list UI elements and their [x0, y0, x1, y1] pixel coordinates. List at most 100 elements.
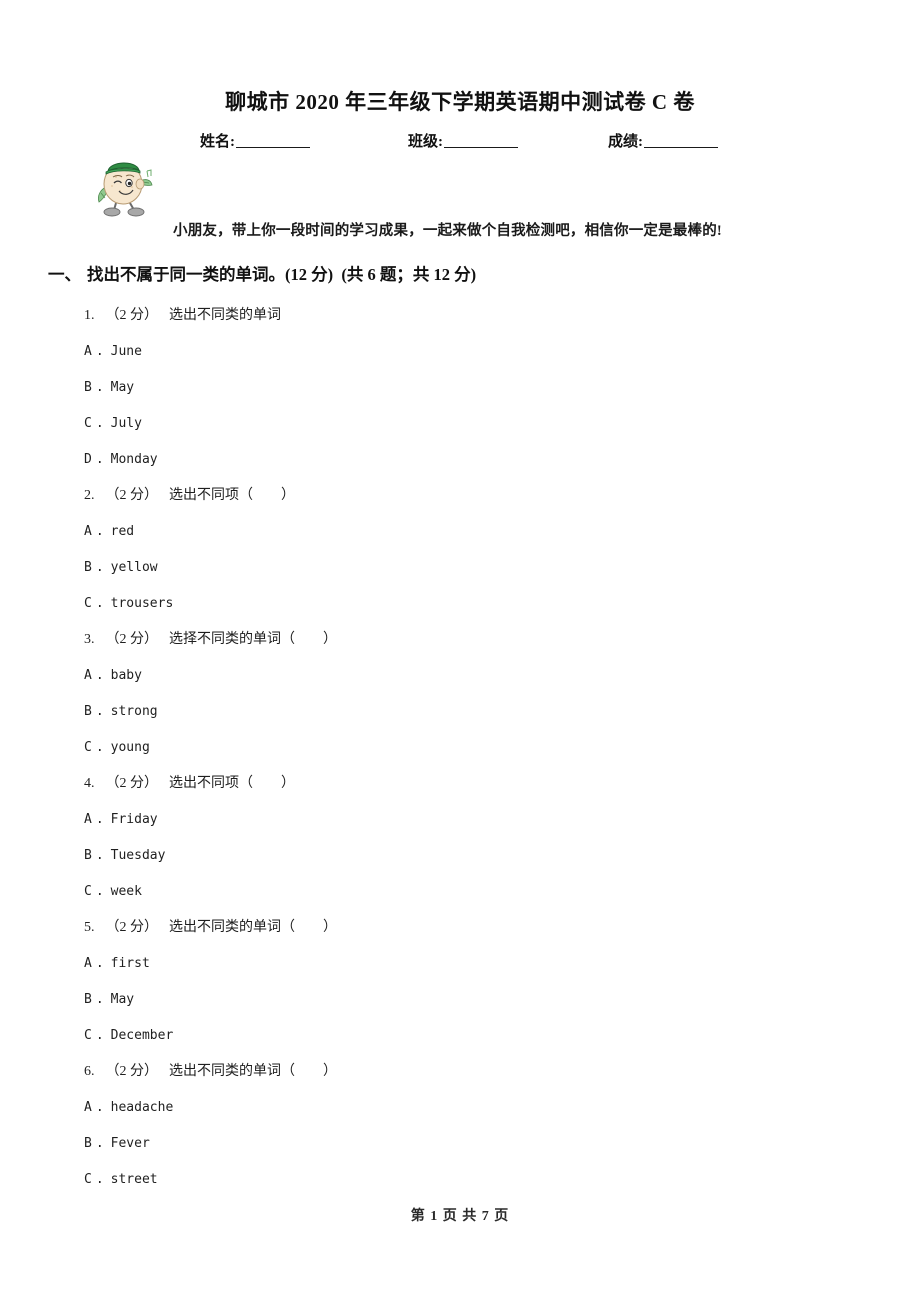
answer-option[interactable]: A. headache [0, 1090, 920, 1126]
option-separator: . [95, 380, 104, 395]
page-title: 聊城市 2020 年三年级下学期英语期中测试卷 C 卷 [225, 90, 695, 114]
option-letter: B [84, 1136, 92, 1151]
section-meta: (共 6 题；共 12 分) [341, 265, 477, 284]
question-points: （2 分） [105, 920, 159, 935]
answer-option[interactable]: B. Tuesday [0, 838, 920, 874]
option-separator: . [95, 1172, 104, 1187]
option-separator: . [95, 992, 104, 1007]
option-text: first [110, 956, 150, 971]
answer-option[interactable]: A. Friday [0, 802, 920, 838]
question-points: （2 分） [105, 488, 159, 503]
option-separator: . [95, 812, 104, 827]
question-stem: 1. （2 分） 选出不同类的单词 [0, 298, 920, 334]
option-letter: C [84, 1172, 92, 1187]
question-block: 4. （2 分） 选出不同项（ ） A. Friday B. Tuesday C. week [0, 766, 920, 910]
score-field[interactable]: 成绩: [608, 130, 718, 151]
answer-option[interactable]: A. red [0, 514, 920, 550]
question-block: 3. （2 分） 选择不同类的单词（ ） A. baby B. strong C. young [0, 622, 920, 766]
option-text: headache [110, 1100, 174, 1115]
option-separator: . [95, 452, 104, 467]
score-blank[interactable] [644, 147, 718, 148]
identity-row: 姓名: 班级: 成绩: [200, 130, 760, 152]
option-separator: . [95, 416, 104, 431]
option-separator: . [95, 560, 104, 575]
question-number: 4. [84, 776, 95, 791]
answer-option[interactable]: C. July [0, 406, 920, 442]
answer-option[interactable]: C. trousers [0, 586, 920, 622]
option-text: May [110, 380, 135, 395]
option-separator: . [95, 956, 104, 971]
option-letter: C [84, 740, 92, 755]
answer-option[interactable]: A. first [0, 946, 920, 982]
answer-option[interactable]: B. Fever [0, 1126, 920, 1162]
option-text: Monday [110, 452, 158, 467]
section-title: 找出不属于同一类的单词。(12 分) [87, 265, 334, 284]
option-text: street [110, 1172, 158, 1187]
page-footer: 第 1 页 共 7 页 [410, 1209, 510, 1224]
question-block: 1. （2 分） 选出不同类的单词 A. June B. May C. July D. Monday [0, 298, 920, 478]
option-separator: . [95, 668, 104, 683]
option-letter: B [84, 704, 92, 719]
option-letter: A [84, 524, 92, 539]
question-points: （2 分） [105, 776, 159, 791]
option-letter: C [84, 416, 92, 431]
option-letter: A [84, 668, 92, 683]
option-letter: B [84, 848, 92, 863]
question-number: 3. [84, 632, 95, 647]
score-label: 成绩: [608, 134, 643, 150]
option-text: July [110, 416, 142, 431]
answer-option[interactable]: C. young [0, 730, 920, 766]
option-text: trousers [110, 596, 174, 611]
question-text: 选出不同类的单词 [169, 308, 281, 323]
option-separator: . [95, 884, 104, 899]
option-text: June [110, 344, 142, 359]
question-text: 选择不同类的单词（ ） [169, 632, 337, 647]
section-heading: 一、 找出不属于同一类的单词。(12 分) (共 6 题；共 12 分) [48, 261, 476, 285]
answer-option[interactable]: B. May [0, 982, 920, 1018]
question-text: 选出不同项（ ） [169, 488, 295, 503]
option-separator: . [95, 848, 104, 863]
option-separator: . [95, 1100, 104, 1115]
question-number: 5. [84, 920, 95, 935]
option-letter: A [84, 344, 92, 359]
answer-option[interactable]: A. baby [0, 658, 920, 694]
answer-option[interactable]: C. street [0, 1162, 920, 1198]
cartoon-mascot-icon [88, 157, 160, 219]
question-text: 选出不同类的单词（ ） [169, 1064, 337, 1079]
class-field[interactable]: 班级: [408, 130, 518, 151]
answer-option[interactable]: B. strong [0, 694, 920, 730]
option-text: Friday [110, 812, 158, 827]
question-stem: 3. （2 分） 选择不同类的单词（ ） [0, 622, 920, 658]
question-list: 1. （2 分） 选出不同类的单词 A. June B. May C. July D. Monday… [0, 298, 920, 1198]
question-stem: 5. （2 分） 选出不同类的单词（ ） [0, 910, 920, 946]
exam-paper-page: 聊城市 2020 年三年级下学期英语期中测试卷 C 卷 姓名: 班级: 成绩: [0, 0, 920, 1302]
option-letter: C [84, 884, 92, 899]
answer-option[interactable]: A. June [0, 334, 920, 370]
answer-option[interactable]: C. December [0, 1018, 920, 1054]
answer-option[interactable]: B. May [0, 370, 920, 406]
option-text: Tuesday [110, 848, 166, 863]
option-text: red [110, 524, 135, 539]
answer-option[interactable]: D. Monday [0, 442, 920, 478]
question-text: 选出不同项（ ） [169, 776, 295, 791]
class-blank[interactable] [444, 147, 518, 148]
option-text: Fever [110, 1136, 150, 1151]
option-text: week [110, 884, 142, 899]
class-label: 班级: [408, 134, 443, 150]
answer-option[interactable]: C. week [0, 874, 920, 910]
option-separator: . [95, 344, 104, 359]
question-block: 2. （2 分） 选出不同项（ ） A. red B. yellow C. trousers [0, 478, 920, 622]
answer-option[interactable]: B. yellow [0, 550, 920, 586]
option-text: strong [110, 704, 158, 719]
option-letter: B [84, 992, 92, 1007]
option-text: young [110, 740, 150, 755]
question-number: 2. [84, 488, 95, 503]
name-blank[interactable] [236, 147, 310, 148]
question-block: 5. （2 分） 选出不同类的单词（ ） A. first B. May C. December [0, 910, 920, 1054]
option-separator: . [95, 524, 104, 539]
name-field[interactable]: 姓名: [200, 130, 310, 151]
option-separator: . [95, 704, 104, 719]
question-stem: 4. （2 分） 选出不同项（ ） [0, 766, 920, 802]
option-separator: . [95, 596, 104, 611]
option-letter: A [84, 1100, 92, 1115]
